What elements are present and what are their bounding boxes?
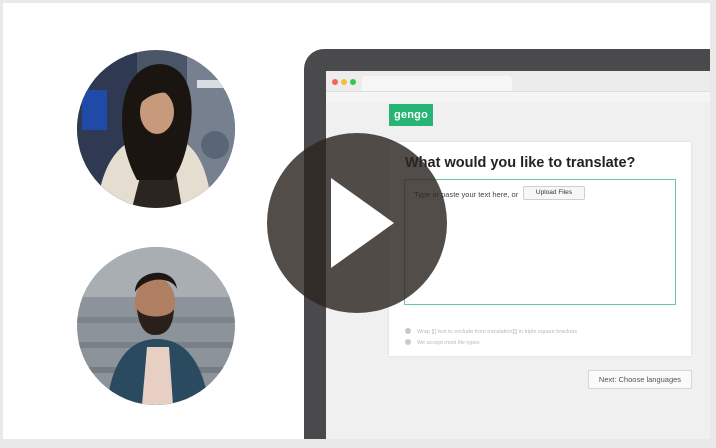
browser-tab[interactable] bbox=[362, 76, 512, 91]
maximize-window-dot[interactable] bbox=[350, 79, 356, 85]
hint-brackets: Wrap [[[ text to exclude from translatio… bbox=[405, 328, 577, 335]
hint-file-types: We accept most file types bbox=[405, 339, 480, 346]
browser-tab-bar bbox=[326, 71, 710, 92]
hint-brackets-text: Wrap [[[ text to exclude from translatio… bbox=[417, 329, 578, 335]
gengo-logo: gengo bbox=[389, 104, 433, 126]
address-bar[interactable] bbox=[326, 92, 710, 102]
play-button[interactable] bbox=[267, 133, 447, 313]
question-icon bbox=[405, 339, 411, 345]
video-thumbnail: gengo What would you like to translate? … bbox=[3, 3, 710, 439]
question-icon bbox=[405, 328, 411, 334]
avatar-man bbox=[77, 247, 235, 405]
upload-files-button[interactable]: Upload Files bbox=[523, 186, 585, 200]
close-window-dot[interactable] bbox=[332, 79, 338, 85]
next-choose-languages-button[interactable]: Next: Choose languages bbox=[588, 370, 692, 389]
hint-file-types-text: We accept most file types bbox=[417, 340, 480, 346]
avatar-woman bbox=[77, 50, 235, 208]
play-icon bbox=[331, 178, 394, 268]
minimize-window-dot[interactable] bbox=[341, 79, 347, 85]
page-title: What would you like to translate? bbox=[405, 155, 636, 171]
